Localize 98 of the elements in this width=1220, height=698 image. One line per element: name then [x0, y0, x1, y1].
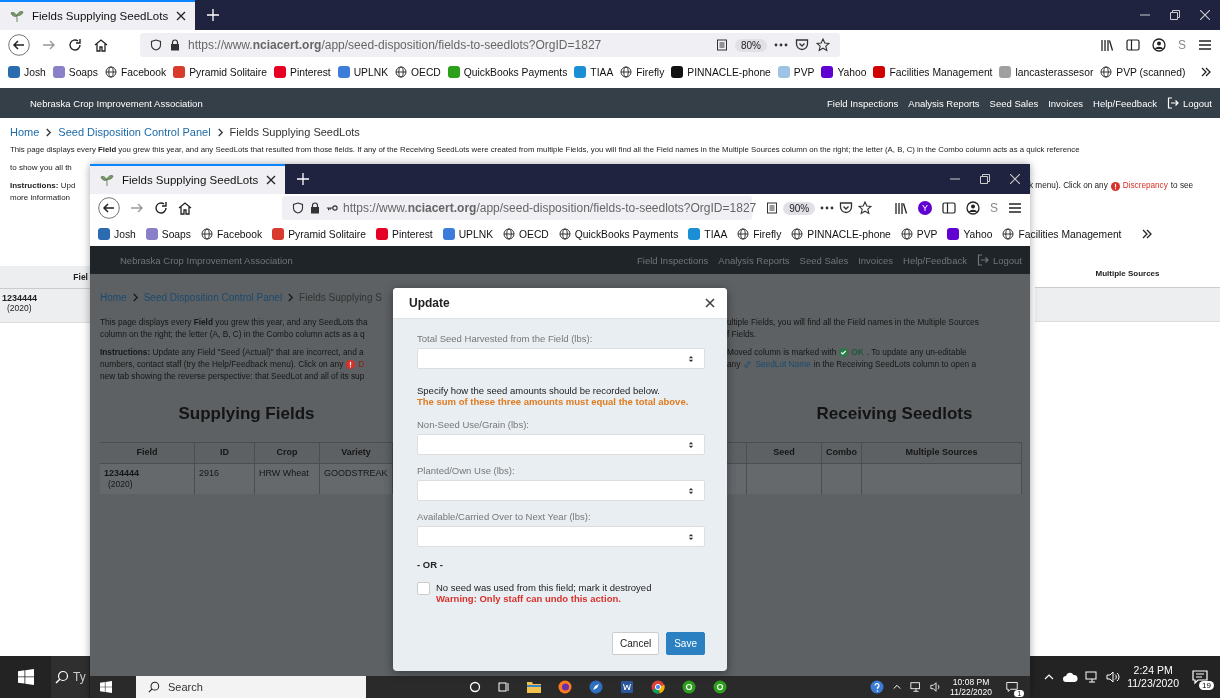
- bookmark[interactable]: Yahoo: [947, 228, 993, 240]
- bookmark[interactable]: Firefly: [620, 66, 665, 78]
- profile-button[interactable]: S: [990, 201, 998, 215]
- warning-text: Warning: Only staff can undo this action.: [436, 593, 622, 604]
- clock[interactable]: 2:24 PM 11/23/2020: [1127, 664, 1179, 690]
- instructions-text: k menu). Click on any: [1029, 180, 1108, 192]
- bookmark[interactable]: OECD: [503, 228, 549, 240]
- dialog-title: Update: [409, 296, 450, 310]
- discrepancy-link[interactable]: Discrepancy: [1122, 180, 1168, 192]
- field-label: Non-Seed Use/Grain (lbs):: [417, 419, 530, 430]
- field-label: Available/Carried Over to Next Year (lbs):: [417, 511, 592, 522]
- bookmark[interactable]: QuickBooks Payments: [447, 66, 568, 78]
- instructions-text: more information: [10, 192, 72, 204]
- bookmark[interactable]: Pyramid Solitaire: [173, 66, 268, 78]
- instructions-text: new tab showing the reverse perspective: that SeedLot and all of its sup: [100, 370, 366, 382]
- table-cell: 2916: [195, 464, 255, 494]
- or-divider-text: - OR -: [417, 559, 444, 570]
- nav-link[interactable]: Help/Feedback: [1093, 97, 1157, 109]
- field-label: Total Seed Harvested from the Field (lbs):: [417, 333, 594, 344]
- bookmark[interactable]: Josh: [8, 66, 46, 78]
- table-cell: HRW Wheat: [255, 464, 320, 494]
- bookmark[interactable]: Facebook: [200, 228, 263, 240]
- breadcrumb-link[interactable]: Home: [10, 126, 40, 138]
- cancel-button[interactable]: Cancel: [612, 632, 660, 655]
- bookmark[interactable]: TIAA: [688, 228, 728, 240]
- nav-link[interactable]: Field Inspections: [827, 97, 899, 109]
- table-cell: 1234444 (2020): [100, 464, 195, 494]
- table-cell: GOODSTREAK: [320, 464, 393, 494]
- bookmark[interactable]: lancasterassesor: [999, 66, 1094, 78]
- bookmark[interactable]: OECD: [395, 66, 441, 78]
- bookmark[interactable]: Facebook: [104, 66, 167, 78]
- sum-note: The sum of these three amounts must equal the total above.: [417, 396, 690, 407]
- bookmark[interactable]: Firefly: [737, 228, 782, 240]
- ok-label: OK: [851, 346, 864, 358]
- section-heading: Supplying Fields: [177, 404, 316, 424]
- field-name: 1234444: [2, 293, 39, 303]
- nav-link[interactable]: Invoices: [858, 254, 894, 266]
- instruction-text: Specify how the seed amounts should be recorded below.: [417, 385, 661, 396]
- field-label: Planted/Own Use (lbs):: [417, 465, 516, 476]
- instructions-text: numbers, contact staff (try the Help/Feedback menu). Click on any: [100, 358, 344, 370]
- zoom-level-badge[interactable]: 90%: [783, 201, 816, 215]
- intro-text: column on the right; the letter (A, B, C) in the Combo column acts as a q: [100, 328, 366, 340]
- bookmark[interactable]: Soaps: [52, 66, 98, 78]
- instructions-text: Moved column is marked with: [727, 346, 837, 358]
- breadcrumb-link[interactable]: Seed Disposition Control Panel: [58, 126, 211, 138]
- bookmark[interactable]: Soaps: [145, 228, 191, 240]
- bookmark[interactable]: PVP (scanned): [1100, 66, 1186, 78]
- bookmark[interactable]: TIAA: [574, 66, 614, 78]
- search-field[interactable]: Search: [136, 676, 366, 698]
- intro-text: This page displays every Field you grew this year, and any SeedLots tha: [100, 316, 369, 328]
- bookmark[interactable]: PINNACLE-phone: [791, 228, 891, 240]
- instructions-text: in the Receiving SeedLots column to open a: [813, 358, 977, 370]
- instructions-text: . To update any un-editable: [866, 346, 967, 358]
- notifications-button[interactable]: 19: [1186, 667, 1214, 687]
- nav-link[interactable]: Help/Feedback: [903, 254, 967, 266]
- intro-text: ultiple Fields, you will find all the Field names in the Multiple Sources: [727, 316, 980, 328]
- extension-button[interactable]: Y: [918, 201, 932, 215]
- clock[interactable]: 10:08 PM 11/22/2020: [950, 677, 992, 697]
- logout-link[interactable]: Logout: [1166, 97, 1212, 109]
- zoom-level-badge[interactable]: 80%: [735, 38, 767, 52]
- save-button[interactable]: Save: [666, 632, 705, 655]
- bookmark[interactable]: UPLNK: [442, 228, 493, 240]
- site-name[interactable]: Nebraska Crop Improvement Association: [120, 254, 293, 266]
- bookmark[interactable]: Pyramid Solitaire: [272, 228, 367, 240]
- bookmark[interactable]: UPLNK: [337, 66, 388, 78]
- nav-link[interactable]: Seed Sales: [799, 254, 849, 266]
- nav-link[interactable]: Analysis Reports: [718, 254, 790, 266]
- intro-text: to show you all th: [10, 162, 73, 174]
- checkbox-label[interactable]: No seed was used from this field; mark it destroyed: [436, 582, 652, 593]
- bookmark[interactable]: Pinterest: [274, 66, 331, 78]
- site-name[interactable]: Nebraska Crop Improvement Association: [30, 97, 203, 109]
- field-year: (2020): [7, 303, 33, 313]
- section-heading: Receiving Seedlots: [815, 404, 974, 424]
- nav-link[interactable]: Invoices: [1048, 97, 1084, 109]
- bookmark[interactable]: Pinterest: [376, 228, 433, 240]
- browser-tab[interactable]: Fields Supplying SeedLots: [0, 0, 195, 30]
- nav-link[interactable]: Seed Sales: [989, 97, 1039, 109]
- bookmark[interactable]: Facilities Management: [1002, 228, 1122, 240]
- breadcrumb-current: Fields Supplying SeedLots: [229, 126, 360, 138]
- instructions-text: to see: [1170, 180, 1194, 192]
- browser-tab[interactable]: Fields Supplying SeedLots: [90, 164, 285, 194]
- bookmark[interactable]: QuickBooks Payments: [558, 228, 679, 240]
- search-field[interactable]: Ty: [51, 656, 89, 698]
- nav-link[interactable]: Field Inspections: [637, 254, 709, 266]
- instructions-text: Instructions: Upd: [10, 180, 77, 192]
- logout-link[interactable]: Logout: [976, 254, 1022, 266]
- instructions-text: any: [727, 358, 741, 370]
- bookmark[interactable]: Yahoo: [821, 66, 867, 78]
- bookmark[interactable]: Facilities Management: [873, 66, 993, 78]
- bookmark[interactable]: PVP: [777, 66, 815, 78]
- profile-button[interactable]: S: [1178, 38, 1186, 52]
- bookmark[interactable]: PVP: [900, 228, 938, 240]
- nav-link[interactable]: Analysis Reports: [908, 97, 980, 109]
- address-bar[interactable]: https://www.nciacert.org/app/seed-disposition/fields-to-seedlots?OrgID=1827 80%: [140, 33, 840, 57]
- table-header-cell: Fiel: [0, 266, 90, 289]
- instructions-text: Instructions: Update any Field "Seed (Actual)" that are incorrect, and a: [100, 346, 365, 358]
- bookmark[interactable]: Josh: [98, 228, 136, 240]
- bookmark[interactable]: PINNACLE-phone: [671, 66, 771, 78]
